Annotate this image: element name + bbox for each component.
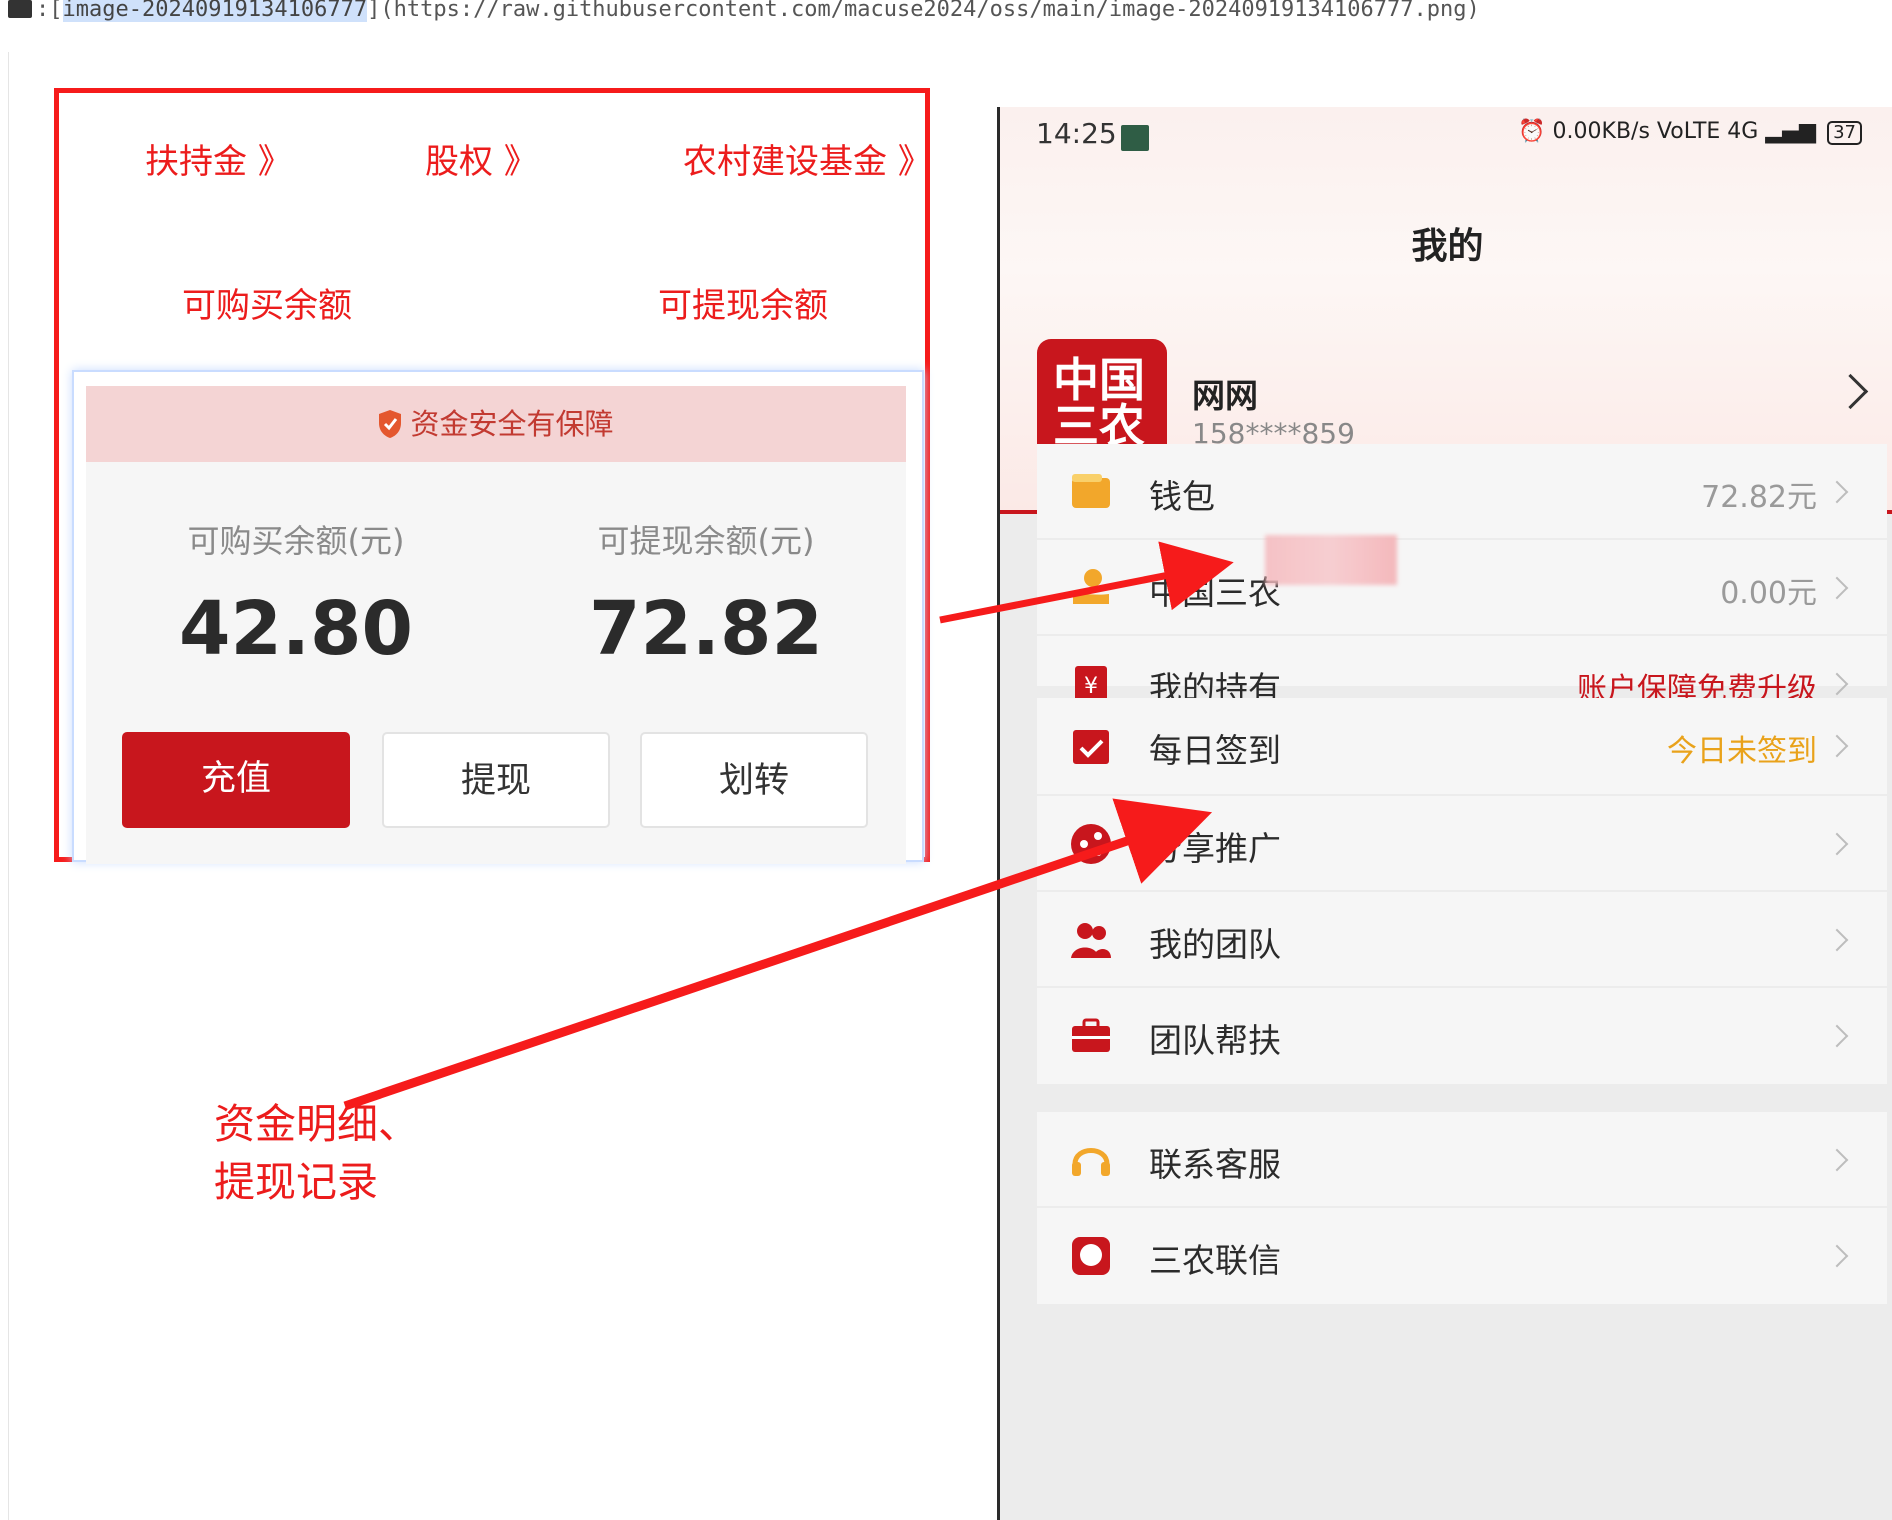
status-bar-icons: ⏰ 0.00KB/s VoLTE 4G ▂▄▆ 37 [1518,119,1862,145]
menu-row-team-support[interactable]: 团队帮扶 [1037,988,1887,1084]
briefcase-icon [1072,1018,1110,1052]
coin-hand-icon [1073,569,1109,604]
withdrawable-balance-value: 72.82 [588,586,824,672]
markdown-url[interactable]: ](https://raw.githubusercontent.com/macu… [367,0,1480,22]
chevron-right-icon [1825,480,1849,504]
markdown-source-line: :[image-20240919134106777](https://raw.g… [0,0,1892,26]
page-title: 我的 [1411,226,1484,267]
annotation-link-equity: 股权 》 [425,142,538,182]
menu-row-my-team[interactable]: 我的团队 [1037,892,1887,988]
chevron-right-icon [1825,1024,1849,1048]
user-name: 网网 [1192,376,1258,415]
menu-row-customer-service[interactable]: 联系客服 [1037,1112,1887,1208]
withdrawable-balance-label: 可提现余额(元) [597,522,815,560]
menu-group-service: 联系客服 三农联信 [1037,1112,1887,1304]
menu-group-checkin: 每日签到 今日未签到 [1037,698,1887,794]
signal-icon: ▂▄▆ [1765,119,1817,144]
markdown-link-text[interactable]: image-20240919134106777 [62,0,368,22]
menu-row-daily-checkin[interactable]: 每日签到 今日未签到 [1037,698,1887,794]
buyable-balance-label: 可购买余额(元) [187,522,405,560]
menu-row-china-sannong[interactable]: 中国三农 0.00元 [1037,540,1887,636]
chevron-right-icon [1825,576,1849,600]
status-time: 14:25 [1036,117,1117,150]
menu-row-wallet[interactable]: 钱包 72.82元 [1037,444,1887,540]
chevron-right-icon [1825,734,1849,758]
menu-group-team: 分享推广 我的团队 团队帮扶 [1037,796,1887,1084]
markdown-prefix: :[ [36,0,63,22]
wallet-icon [1072,474,1110,508]
chevron-right-icon [1825,832,1849,856]
withdraw-button[interactable]: 提现 [382,732,610,828]
transfer-button[interactable]: 划转 [640,732,868,828]
balance-card: 资金安全有保障 可购买余额(元) 42.80 可提现余额(元) 72.82 充值… [72,370,924,864]
annotation-buyable-balance: 可购买余额 [182,286,352,326]
battery-icon: 37 [1827,121,1862,145]
image-icon [8,0,32,18]
menu-row-share[interactable]: 分享推广 [1037,796,1887,892]
chevron-right-icon [1825,672,1849,696]
annotation-link-rural-fund: 农村建设基金 》 [683,142,932,182]
buyable-balance-value: 42.80 [178,586,414,672]
phone-screenshot: 14:25 ⏰ 0.00KB/s VoLTE 4G ▂▄▆ 37 我的 中国 三… [997,107,1892,1520]
status-icons-text: ⏰ 0.00KB/s VoLTE 4G [1518,119,1759,144]
menu-row-sannong-message[interactable]: 三农联信 [1037,1208,1887,1304]
team-icon [1071,923,1111,958]
chevron-right-icon [1825,1148,1849,1172]
message-icon [1072,1237,1110,1275]
annotation-note: 资金明细、 提现记录 [214,1100,419,1206]
notification-avatar-icon [1121,125,1149,151]
svg-text:¥: ¥ [1084,674,1098,699]
menu-group-assets: 钱包 72.82元 中国三农 0.00元 ¥ 我的持有 账户保障免费升级 [1037,444,1887,708]
chevron-right-icon [1825,928,1849,952]
page-left-border [8,52,9,1520]
annotation-link-support-fund: 扶持金 》 [145,142,292,182]
chevron-right-icon [1825,1244,1849,1268]
share-icon [1071,824,1111,864]
security-banner-text: 资金安全有保障 [410,407,614,441]
annotation-withdrawable-balance: 可提现余额 [658,286,828,326]
recharge-button[interactable]: 充值 [122,732,350,828]
blurred-region [1265,535,1397,585]
calendar-check-icon [1073,730,1109,764]
headset-icon [1072,1148,1110,1176]
shield-icon [379,410,402,438]
